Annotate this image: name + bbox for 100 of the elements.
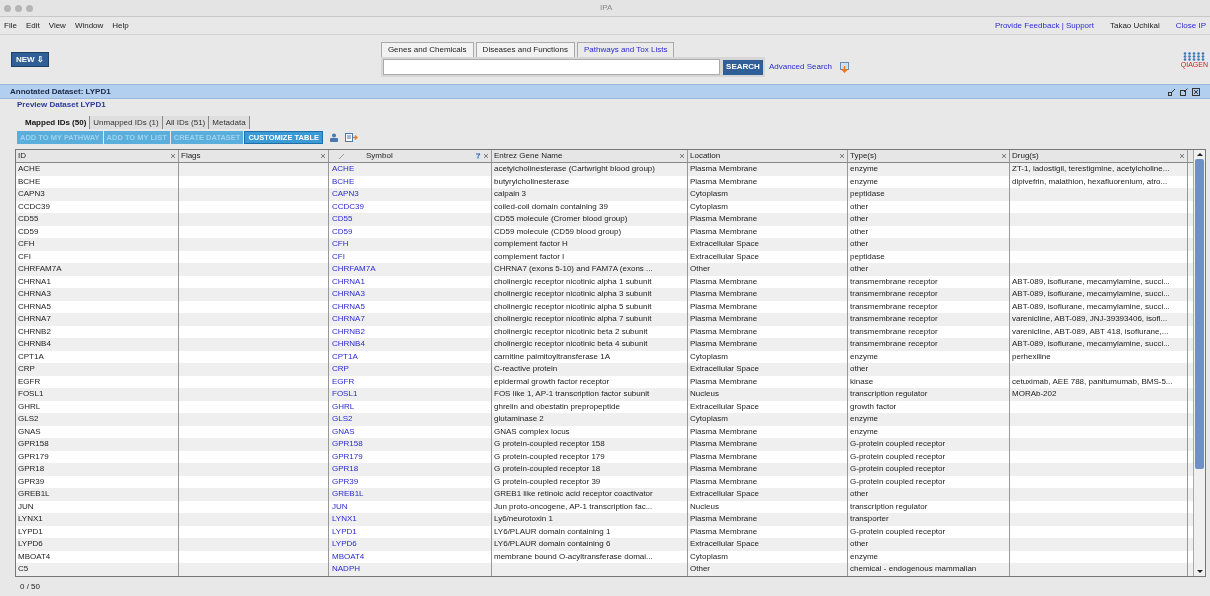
people-icon[interactable] (329, 133, 339, 142)
minimize-icon[interactable] (1168, 87, 1176, 96)
table-cell: FOSL1 (16, 388, 179, 401)
dataset-tab[interactable]: All IDs (51) (162, 116, 210, 129)
table-cell: Extracellular Space (688, 538, 848, 551)
preview-link[interactable]: Preview Dataset LYPD1 (17, 99, 106, 111)
table-cell: other (848, 238, 1010, 251)
symbol-link[interactable]: GPR18 (329, 463, 492, 476)
menu-item[interactable]: Window (74, 19, 104, 32)
search-field[interactable] (382, 59, 721, 75)
table-cell: GREB1L (16, 488, 179, 501)
window-title: IPA (600, 2, 613, 14)
table-cell: CD55 (16, 213, 179, 226)
scrollbar[interactable] (1193, 150, 1205, 576)
row-count: 0 / 50 (20, 580, 40, 593)
table-cell: GLS2 (16, 413, 179, 426)
dataset-tab[interactable]: Metadata (209, 116, 250, 129)
symbol-link[interactable]: LYPD6 (329, 538, 492, 551)
symbol-link[interactable]: CAPN3 (329, 188, 492, 201)
symbol-link[interactable]: CHRNA7 (329, 313, 492, 326)
close-icon[interactable] (839, 153, 845, 159)
table-cell: GPR18 (16, 463, 179, 476)
table-cell: acetylcholinesterase (Cartwright blood group) (492, 163, 688, 176)
search-button[interactable]: SEARCH (723, 59, 763, 75)
header-link[interactable]: Close IP (1175, 19, 1206, 32)
sort-icon[interactable] (339, 153, 344, 159)
table-cell: G protein-coupled receptor 158 (492, 438, 688, 451)
table-cell: enzyme (848, 413, 1010, 426)
header-link[interactable]: Provide Feedback | Support (994, 19, 1094, 32)
table-cell: Plasma Membrane (688, 438, 848, 451)
table-cell: CD55 molecule (Cromer blood group) (492, 213, 688, 226)
symbol-link[interactable]: GLS2 (329, 413, 492, 426)
menu-item[interactable]: View (48, 19, 66, 32)
search-tab[interactable]: Genes and Chemicals (380, 42, 474, 57)
column-header[interactable]: ID (16, 150, 179, 162)
table-cell: Plasma Membrane (688, 213, 848, 226)
close-icon[interactable] (483, 153, 489, 159)
symbol-link[interactable]: CHRNA3 (329, 288, 492, 301)
symbol-link[interactable]: CHRFAM7A (329, 263, 492, 276)
table-cell: Cytoplasm (688, 188, 848, 201)
symbol-link[interactable]: FOSL1 (329, 388, 492, 401)
menu-item[interactable]: Help (112, 19, 129, 32)
download-icon[interactable] (840, 61, 850, 73)
table-cell: Other (688, 263, 848, 276)
table-cell: LYPD6 (16, 538, 179, 551)
symbol-link[interactable]: GPR158 (329, 438, 492, 451)
symbol-link[interactable]: CFH (329, 238, 492, 251)
menu-item[interactable]: File (4, 19, 17, 32)
menu-item[interactable]: Edit (25, 19, 40, 32)
table-cell: other (848, 538, 1010, 551)
close-icon[interactable] (679, 153, 685, 159)
panel-title: Annotated Dataset: LYPD1 (10, 85, 111, 98)
table-cell: chemical - endogenous mammalian (848, 563, 1010, 576)
table-cell: cholinergic receptor nicotinic alpha 7 subunit (492, 313, 688, 326)
search-tab[interactable]: Diseases and Functions (475, 42, 575, 57)
symbol-link[interactable]: CHRNB4 (329, 338, 492, 351)
table-cell: CAPN3 (16, 188, 179, 201)
table-cell: LY6/PLAUR domain containing 6 (492, 538, 688, 551)
table-cell: calpain 3 (492, 188, 688, 201)
table-cell: CHRNA7 (exons 5-10) and FAM7A (exons ... (492, 263, 688, 276)
column-header[interactable]: Type(s) (848, 150, 1010, 162)
dataset-tab[interactable]: Unmapped IDs (1) (90, 116, 163, 129)
export-icon[interactable] (345, 133, 358, 142)
column-header[interactable]: Location (688, 150, 848, 162)
table-cell: other (848, 263, 1010, 276)
table-cell: Extracellular Space (688, 238, 848, 251)
table-cell: FOS like 1, AP-1 transcription factor subunit (492, 388, 688, 401)
table-cell: Plasma Membrane (688, 513, 848, 526)
symbol-link[interactable]: NADPH (329, 563, 492, 576)
table-cell: transmembrane receptor (848, 338, 1010, 351)
column-header[interactable]: Entrez Gene Name (492, 150, 688, 162)
table-cell: GPR158 (16, 438, 179, 451)
filter-icon[interactable] (475, 153, 481, 159)
close-icon[interactable] (1179, 153, 1185, 159)
user-name: Takao Uchikai (1109, 19, 1160, 32)
symbol-link[interactable]: CD55 (329, 213, 492, 226)
table-cell: other (848, 488, 1010, 501)
column-header[interactable]: Drug(s) (1010, 150, 1188, 162)
close-icon[interactable] (1192, 87, 1200, 96)
popout-icon[interactable] (1180, 87, 1188, 96)
close-icon[interactable] (320, 153, 326, 159)
table-cell: Nucleus (688, 388, 848, 401)
table-cell: ABT-089, isoflurane, mecamylamine, succi... (1010, 288, 1188, 301)
table-cell: other (848, 363, 1010, 376)
column-header[interactable]: Flags (179, 150, 329, 162)
close-icon[interactable] (170, 153, 176, 159)
new-button[interactable]: NEW ⇩ (11, 52, 49, 67)
advanced-search-link[interactable]: Advanced Search (768, 61, 833, 73)
table-cell: ABT-089, isoflurane, mecamylamine, succi... (1010, 338, 1188, 351)
dataset-tab[interactable]: Mapped IDs (50) (22, 116, 91, 129)
table-cell: transmembrane receptor (848, 288, 1010, 301)
symbol-link[interactable]: GREB1L (329, 488, 492, 501)
search-tab[interactable]: Pathways and Tox Lists (577, 42, 675, 57)
column-header[interactable]: Symbol (329, 150, 492, 162)
table-cell: CHRFAM7A (16, 263, 179, 276)
symbol-link[interactable]: CRP (329, 363, 492, 376)
symbol-link[interactable]: LYNX1 (329, 513, 492, 526)
table-cell: CHRNA7 (16, 313, 179, 326)
symbol-link[interactable]: ACHE (329, 163, 492, 176)
close-icon[interactable] (1001, 153, 1007, 159)
